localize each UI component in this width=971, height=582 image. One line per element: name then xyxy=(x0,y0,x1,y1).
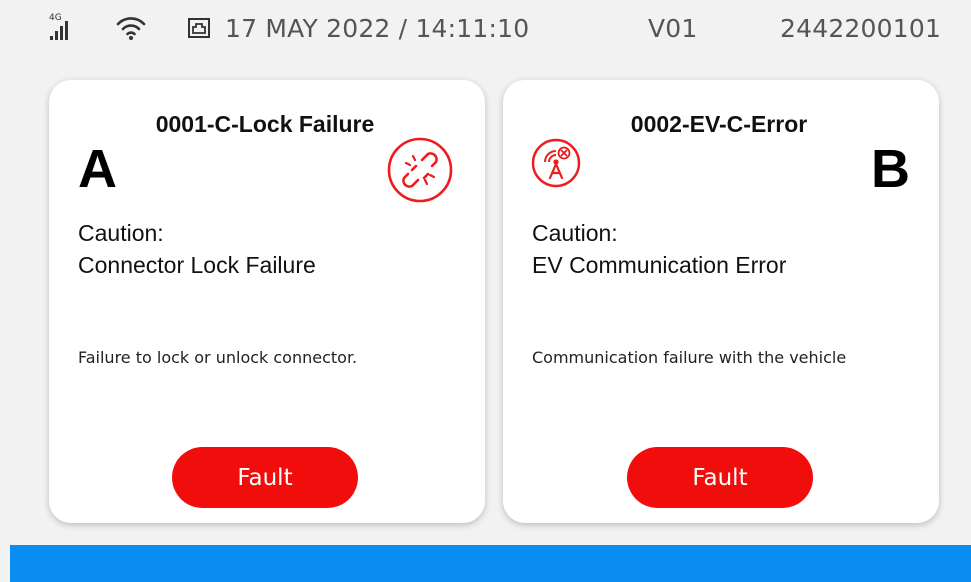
caution-text: EV Communication Error xyxy=(532,252,787,278)
caution-label: Caution: xyxy=(532,220,618,246)
fault-description: Communication failure with the vehicle xyxy=(532,348,847,367)
fault-description: Failure to lock or unlock connector. xyxy=(78,348,358,367)
serial-number: 2442200101 xyxy=(780,14,942,43)
fault-button[interactable]: Fault xyxy=(627,447,813,508)
connector-card-b[interactable]: 0002-EV-C-Error B Caution: EV Communicat… xyxy=(503,80,939,523)
ethernet-icon xyxy=(186,15,212,47)
error-code-title: 0001-C-Lock Failure xyxy=(155,111,375,137)
datetime: 17 MAY 2022 / 14:11:10 xyxy=(225,14,530,43)
signal-4g-icon: 4G xyxy=(48,10,74,48)
fault-button[interactable]: Fault xyxy=(172,447,358,508)
version: V01 xyxy=(648,14,698,43)
wifi-icon xyxy=(115,12,147,48)
connector-letter: A xyxy=(78,139,117,199)
caution-label: Caution: xyxy=(78,220,164,246)
error-code-title: 0002-EV-C-Error xyxy=(630,111,808,137)
bottom-bar xyxy=(10,545,971,582)
caution-text: Connector Lock Failure xyxy=(78,252,316,278)
status-bar: 4G 17 MAY 2022 / 14:11:10 V01 2442200101 xyxy=(0,0,971,62)
svg-text:4G: 4G xyxy=(49,13,62,23)
communication-error-icon xyxy=(531,138,581,188)
connector-letter: B xyxy=(871,139,910,199)
broken-link-icon xyxy=(386,136,454,204)
connector-card-a[interactable]: 0001-C-Lock Failure A Caution: Connector… xyxy=(49,80,485,523)
